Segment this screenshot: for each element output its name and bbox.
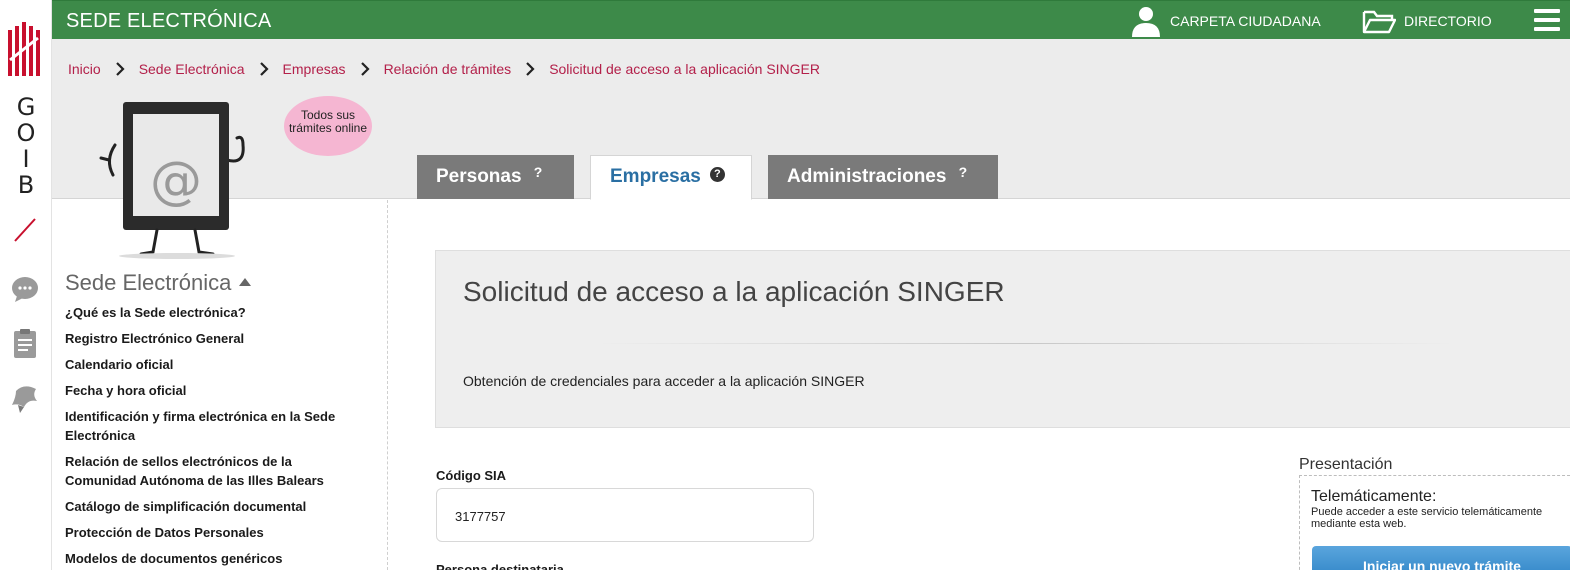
- help-icon[interactable]: ?: [531, 165, 546, 180]
- procedure-title-box: Solicitud de acceso a la aplicación SING…: [435, 250, 1570, 428]
- directorio-link[interactable]: DIRECTORIO: [1362, 1, 1492, 40]
- tab-label: Empresas: [610, 166, 701, 187]
- chevron-right-icon: [115, 62, 125, 76]
- bubble-line: trámites online: [288, 121, 368, 135]
- sidebar-item[interactable]: Registro Electrónico General: [65, 329, 365, 348]
- sidebar-heading-label: Sede Electrónica: [65, 270, 232, 295]
- sidebar-item[interactable]: Protección de Datos Personales: [65, 523, 365, 542]
- page-title: Solicitud de acceso a la aplicación SING…: [463, 276, 1005, 307]
- goib-letter: B: [17, 171, 35, 199]
- chevron-right-icon: [525, 62, 535, 76]
- site-brand[interactable]: SEDE ELECTRÓNICA: [66, 10, 271, 33]
- chevron-right-icon: [360, 62, 370, 76]
- breadcrumb-item-inicio[interactable]: Inicio: [68, 61, 101, 77]
- sidebar-item[interactable]: Fecha y hora oficial: [65, 381, 365, 400]
- presentacion-title: Presentación: [1299, 456, 1393, 473]
- goib-letter: O: [16, 119, 36, 147]
- breadcrumb-item-sede[interactable]: Sede Electrónica: [139, 61, 245, 77]
- help-icon[interactable]: ?: [955, 165, 970, 180]
- top-bar: SEDE ELECTRÓNICA CARPETA CIUDADANA DIREC…: [52, 0, 1570, 39]
- directorio-label: DIRECTORIO: [1404, 12, 1492, 29]
- start-procedure-button[interactable]: Iniciar un nuevo trámite: [1312, 546, 1570, 570]
- carpeta-ciudadana-link[interactable]: CARPETA CIUDADANA: [1130, 1, 1321, 40]
- sia-code-value: 3177757: [436, 488, 814, 542]
- page-header: Inicio Sede Electrónica Empresas Relació…: [52, 39, 1570, 200]
- chat-icon[interactable]: [10, 274, 40, 304]
- goib-slash-icon: [14, 218, 36, 242]
- sidebar-item[interactable]: Calendario oficial: [65, 355, 365, 374]
- telematic-heading: Telemáticamente:: [1311, 488, 1437, 505]
- goib-rail: G O I B: [0, 0, 52, 570]
- sidebar-item[interactable]: Identificación y firma electrónica en la…: [65, 407, 365, 445]
- sidebar: Sede Electrónica ¿Qué es la Sede electró…: [52, 200, 388, 570]
- telematic-text-line: mediante esta web.: [1311, 518, 1407, 530]
- telematic-text: Puede acceder a este servicio telemática…: [1311, 506, 1570, 530]
- sidebar-item[interactable]: Relación de sellos electrónicos de la Co…: [65, 452, 365, 490]
- tab-personas[interactable]: Personas?: [417, 155, 574, 199]
- tab-label: Administraciones: [787, 166, 947, 187]
- tab-label: Personas: [436, 166, 522, 187]
- procedure-description: Obtención de credenciales para acceder a…: [463, 373, 865, 389]
- goib-letters: G O I B: [0, 94, 52, 198]
- presentacion-box: Telemáticamente: Puede acceder a este se…: [1299, 475, 1570, 570]
- chevron-right-icon: [259, 62, 269, 76]
- sidebar-heading[interactable]: Sede Electrónica: [65, 270, 252, 296]
- sidebar-item[interactable]: Modelos de documentos genéricos: [65, 549, 365, 568]
- sidebar-list: ¿Qué es la Sede electrónica? Registro El…: [65, 303, 365, 570]
- user-icon: [1132, 6, 1160, 37]
- sidebar-item[interactable]: ¿Qué es la Sede electrónica?: [65, 303, 365, 322]
- goib-logo-stripes-icon[interactable]: [8, 22, 42, 76]
- hamburger-menu-icon[interactable]: [1534, 9, 1560, 31]
- breadcrumb-item-current[interactable]: Solicitud de acceso a la aplicación SING…: [549, 61, 820, 77]
- speech-bubble: Todos sus trámites online: [284, 96, 372, 156]
- next-field-label: Persona destinataria: [436, 562, 564, 570]
- carpeta-ciudadana-label: CARPETA CIUDADANA: [1170, 12, 1321, 29]
- goib-letter: G: [16, 93, 36, 121]
- folder-icon: [1362, 10, 1396, 33]
- tab-administraciones[interactable]: Administraciones?: [768, 155, 998, 199]
- clipboard-icon[interactable]: [10, 328, 40, 358]
- telematic-text-line: Puede acceder a este servicio telemática…: [1311, 506, 1543, 518]
- breadcrumb-item-empresas[interactable]: Empresas: [283, 61, 346, 77]
- breadcrumb-item-relacion[interactable]: Relación de trámites: [384, 61, 512, 77]
- sia-code-label: Código SIA: [436, 468, 507, 483]
- goib-letter: I: [22, 145, 30, 173]
- breadcrumb: Inicio Sede Electrónica Empresas Relació…: [68, 61, 820, 77]
- divider: [596, 343, 1456, 344]
- help-icon[interactable]: ?: [709, 167, 725, 182]
- triangle-up-icon[interactable]: [239, 278, 252, 286]
- map-icon[interactable]: [10, 383, 40, 413]
- sidebar-item[interactable]: Catálogo de simplificación documental: [65, 497, 365, 516]
- tab-empresas[interactable]: Empresas?: [590, 155, 752, 200]
